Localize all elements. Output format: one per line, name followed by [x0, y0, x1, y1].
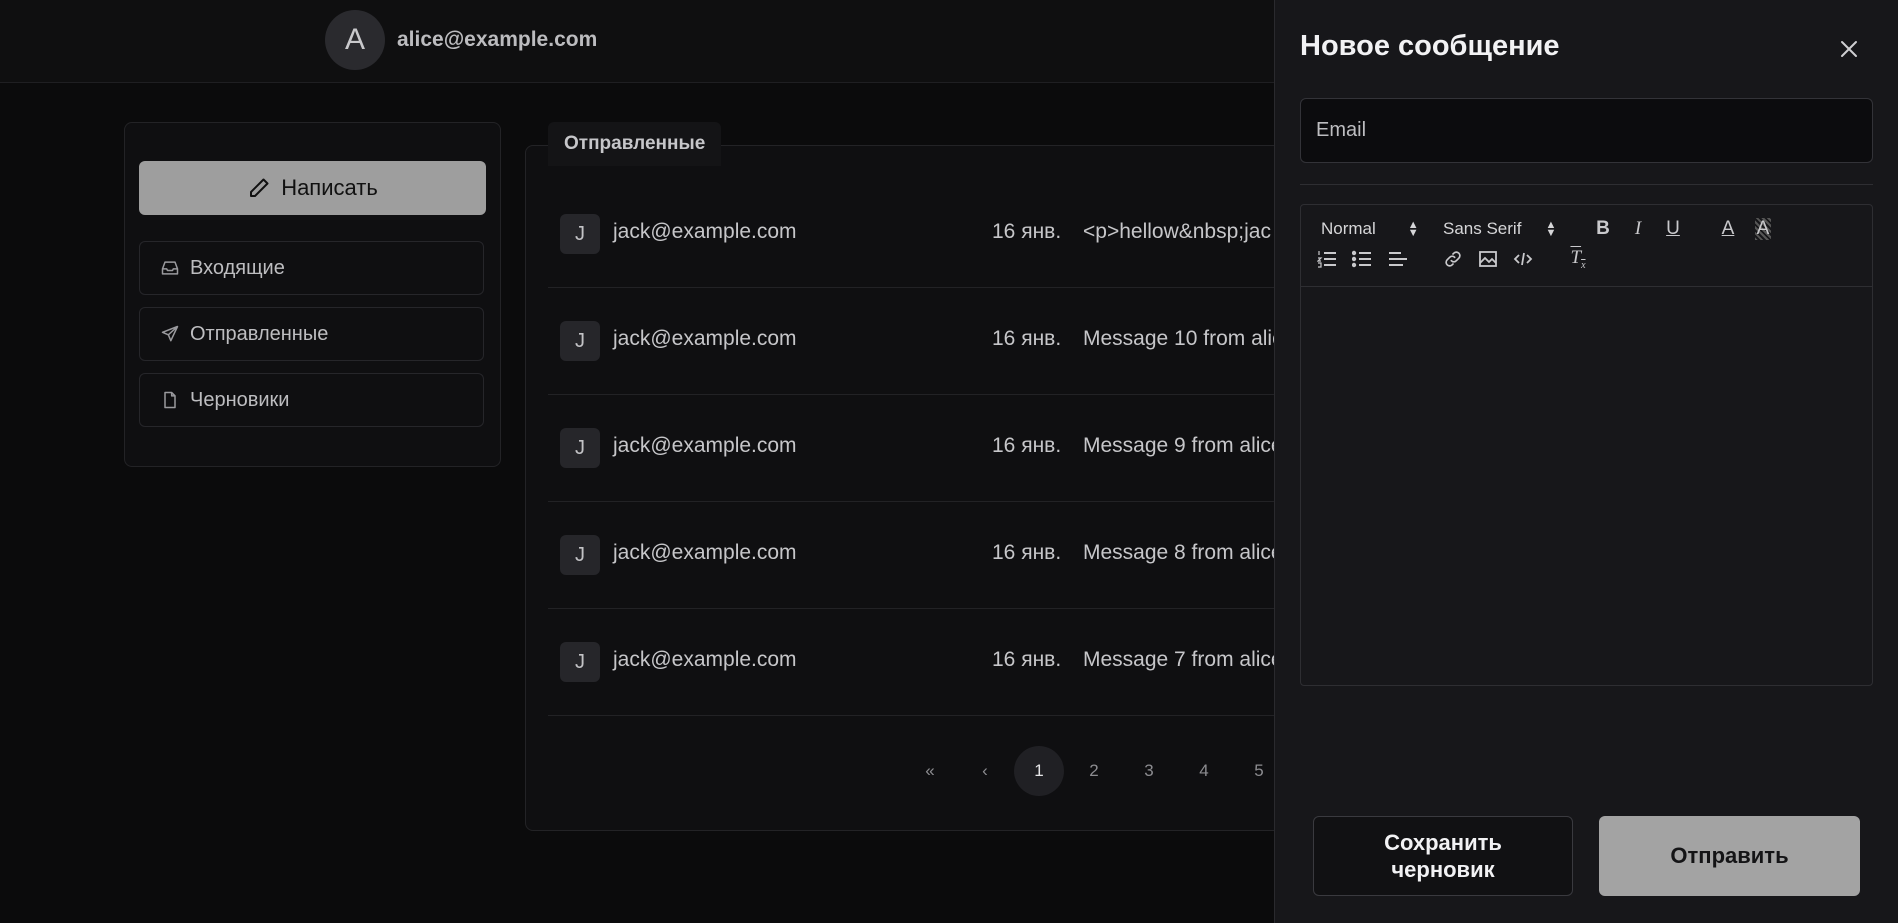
list-item[interactable]: J jack@example.com 16 янв. Message 7 fro…: [548, 608, 1288, 716]
editor-toolbar: Normal ▲ ▼ Sans Serif ▲ ▼ B I U A A Tx: [1301, 205, 1872, 287]
pencil-icon: [250, 178, 269, 197]
select-arrows-icon: ▲ ▼: [1545, 219, 1557, 239]
sender-avatar: J: [560, 535, 600, 575]
sender-email: jack@example.com: [613, 648, 797, 671]
clear-formatting-icon[interactable]: Tx: [1566, 247, 1590, 271]
select-arrows-icon: ▲ ▼: [1407, 219, 1419, 239]
email-field[interactable]: [1300, 98, 1873, 163]
divider: [1300, 184, 1873, 185]
list-item[interactable]: J jack@example.com 16 янв. Message 8 fro…: [548, 501, 1288, 609]
sidebar-item-inbox[interactable]: Входящие: [139, 241, 484, 295]
message-preview: Message 10 from alic: [1083, 327, 1283, 350]
user-email: alice@example.com: [397, 28, 598, 51]
sidebar-item-label: Черновики: [190, 388, 290, 411]
page-button-4[interactable]: 4: [1179, 746, 1229, 796]
first-page-button[interactable]: «: [905, 746, 955, 796]
inbox-icon: [161, 261, 179, 275]
list-tab-sent[interactable]: Отправленные: [548, 122, 722, 166]
sender-email: jack@example.com: [613, 327, 797, 350]
send-button[interactable]: Отправить: [1599, 816, 1860, 896]
bold-icon[interactable]: B: [1591, 217, 1615, 241]
list-item[interactable]: J jack@example.com 16 янв. Message 9 fro…: [548, 394, 1288, 502]
sidebar-item-drafts[interactable]: Черновики: [139, 373, 484, 427]
compose-label: Написать: [281, 175, 378, 200]
font-select[interactable]: Sans Serif ▲ ▼: [1443, 219, 1556, 239]
sender-email: jack@example.com: [613, 220, 797, 243]
user-avatar[interactable]: A: [325, 10, 385, 70]
background-color-icon[interactable]: A: [1751, 217, 1775, 241]
sender-email: jack@example.com: [613, 541, 797, 564]
list-item[interactable]: J jack@example.com 16 янв. Message 10 fr…: [548, 287, 1288, 395]
save-draft-label-line2: черновик: [1391, 857, 1495, 882]
message-date: 16 янв.: [992, 220, 1062, 243]
underline-icon[interactable]: U: [1661, 217, 1685, 241]
rich-text-editor: Normal ▲ ▼ Sans Serif ▲ ▼ B I U A A Tx: [1300, 204, 1873, 686]
code-icon[interactable]: [1511, 247, 1535, 271]
close-icon[interactable]: [1834, 34, 1864, 64]
size-select[interactable]: Normal ▲ ▼: [1321, 219, 1419, 239]
save-draft-button[interactable]: Сохранить черновик: [1313, 816, 1573, 896]
send-icon: [161, 325, 179, 342]
page-button-1[interactable]: 1: [1014, 746, 1064, 796]
sender-avatar: J: [560, 642, 600, 682]
message-preview: Message 9 from alice: [1083, 434, 1283, 457]
bullet-list-icon[interactable]: [1350, 247, 1374, 271]
message-date: 16 янв.: [992, 541, 1062, 564]
image-icon[interactable]: [1476, 247, 1500, 271]
message-date: 16 янв.: [992, 434, 1062, 457]
ordered-list-icon[interactable]: [1315, 247, 1339, 271]
font-select-value: Sans Serif: [1443, 219, 1522, 238]
message-date: 16 янв.: [992, 327, 1062, 350]
message-preview: Message 8 from alice: [1083, 541, 1283, 564]
prev-page-button[interactable]: ‹: [960, 746, 1010, 796]
sender-avatar: J: [560, 321, 600, 361]
page-button-2[interactable]: 2: [1069, 746, 1119, 796]
sender-avatar: J: [560, 428, 600, 468]
list-item[interactable]: J jack@example.com 16 янв. <p>hellow&nbs…: [548, 180, 1288, 288]
page-button-3[interactable]: 3: [1124, 746, 1174, 796]
size-select-value: Normal: [1321, 219, 1376, 238]
sender-email: jack@example.com: [613, 434, 797, 457]
italic-icon[interactable]: I: [1626, 217, 1650, 241]
sender-avatar: J: [560, 214, 600, 254]
message-preview: Message 7 from alice: [1083, 648, 1283, 671]
sidebar-item-label: Отправленные: [190, 322, 329, 345]
message-date: 16 янв.: [992, 648, 1062, 671]
link-icon[interactable]: [1441, 247, 1465, 271]
save-draft-label-line1: Сохранить: [1384, 830, 1502, 855]
sidebar: Написать Входящие Отправленные Черновики: [124, 122, 501, 467]
sidebar-item-label: Входящие: [190, 256, 285, 279]
editor-body[interactable]: [1301, 287, 1872, 685]
file-icon: [164, 391, 176, 409]
align-left-icon[interactable]: [1386, 247, 1410, 271]
compose-title: Новое сообщение: [1300, 30, 1560, 62]
sidebar-item-sent[interactable]: Отправленные: [139, 307, 484, 361]
text-color-icon[interactable]: A: [1716, 217, 1740, 241]
compose-button[interactable]: Написать: [139, 161, 486, 215]
message-preview: <p>hellow&nbsp;jac: [1083, 220, 1271, 243]
